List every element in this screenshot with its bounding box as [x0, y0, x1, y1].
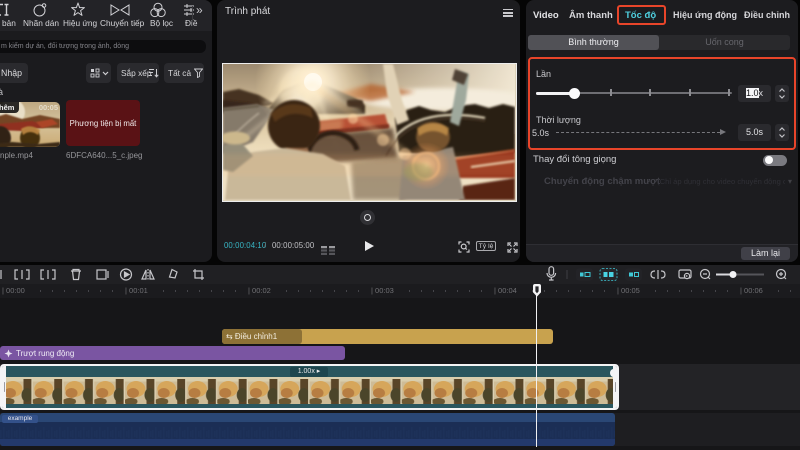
svg-text:| 00:02: | 00:02	[248, 286, 271, 295]
svg-text:| 00:00: | 00:00	[2, 286, 25, 295]
svg-text:| 00:04: | 00:04	[494, 286, 517, 295]
svg-text:| 00:03: | 00:03	[371, 286, 394, 295]
svg-text:| 00:05: | 00:05	[617, 286, 640, 295]
svg-text:| 00:06: | 00:06	[740, 286, 763, 295]
svg-text:| 00:01: | 00:01	[125, 286, 148, 295]
